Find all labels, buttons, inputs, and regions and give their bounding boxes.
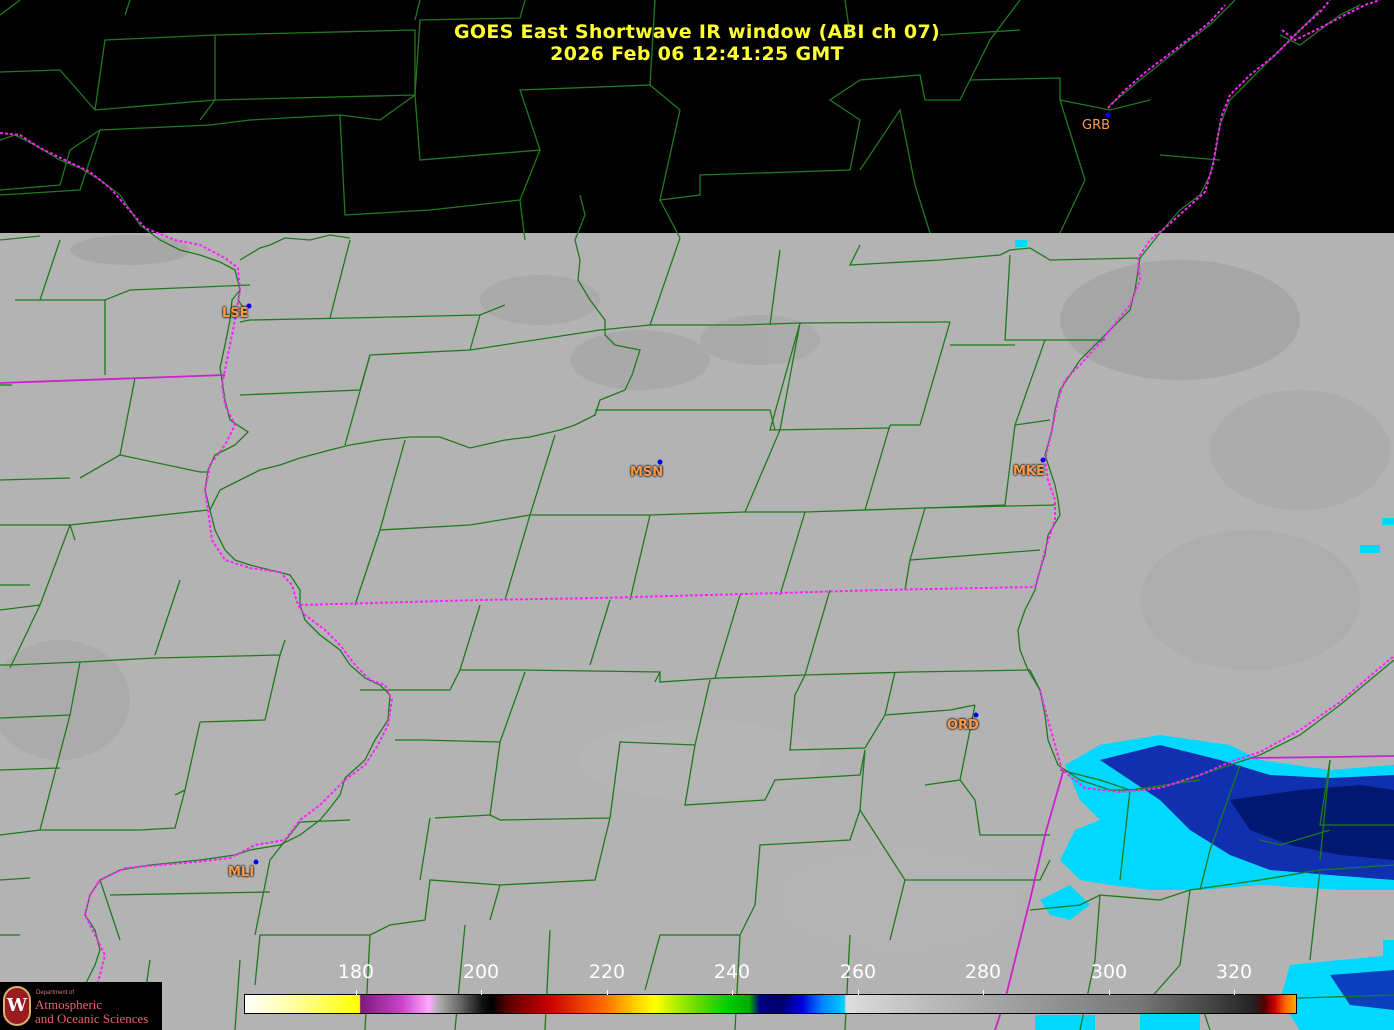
station-label-mli: MLI	[228, 865, 255, 880]
station-label-msn: MSN	[630, 465, 664, 480]
colorbar-tick-label: 320	[1215, 961, 1253, 983]
station-dot-mke	[1040, 457, 1046, 463]
colorbar-tick-label: 200	[462, 961, 500, 983]
satellite-map	[0, 0, 1394, 1030]
colorbar-tick-label: 260	[839, 961, 877, 983]
colorbar-tick-label: 300	[1090, 961, 1128, 983]
station-label-lse: LSE	[222, 306, 249, 321]
colorbar-tick-label: 280	[964, 961, 1002, 983]
station-dot-msn	[657, 459, 663, 465]
colorbar-tick-mark	[356, 990, 357, 995]
station-dot-grb	[1105, 112, 1111, 118]
station-label-mke: MKE	[1013, 464, 1045, 479]
colorbar-tick-mark	[1234, 990, 1235, 995]
station-dot-ord	[973, 712, 979, 718]
colorbar-tick-label: 220	[588, 961, 626, 983]
colorbar-tick-label: 180	[337, 961, 375, 983]
colorbar-tick-mark	[1109, 990, 1110, 995]
image-title: GOES East Shortwave IR window (ABI ch 07…	[454, 21, 940, 43]
colorbar-tick-mark	[732, 990, 733, 995]
logo-line2: and Oceanic Sciences	[35, 1011, 149, 1026]
logo-dept-text: Department of	[36, 990, 75, 996]
temperature-colorbar	[244, 994, 1297, 1014]
colorbar-tick-mark	[858, 990, 859, 995]
colorbar-tick-label: 240	[713, 961, 751, 983]
station-label-ord: ORD	[947, 718, 979, 733]
colorbar-tick-mark	[607, 990, 608, 995]
station-label-grb: GRB	[1082, 118, 1111, 133]
image-timestamp: 2026 Feb 06 12:41:25 GMT	[550, 43, 844, 65]
uw-aos-logo: W Department of Atmospheric and Oceanic …	[0, 982, 162, 1030]
uw-seal-icon: W	[3, 986, 31, 1026]
colorbar-tick-mark	[481, 990, 482, 995]
station-dot-mli	[253, 859, 259, 865]
colorbar-tick-mark	[983, 990, 984, 995]
